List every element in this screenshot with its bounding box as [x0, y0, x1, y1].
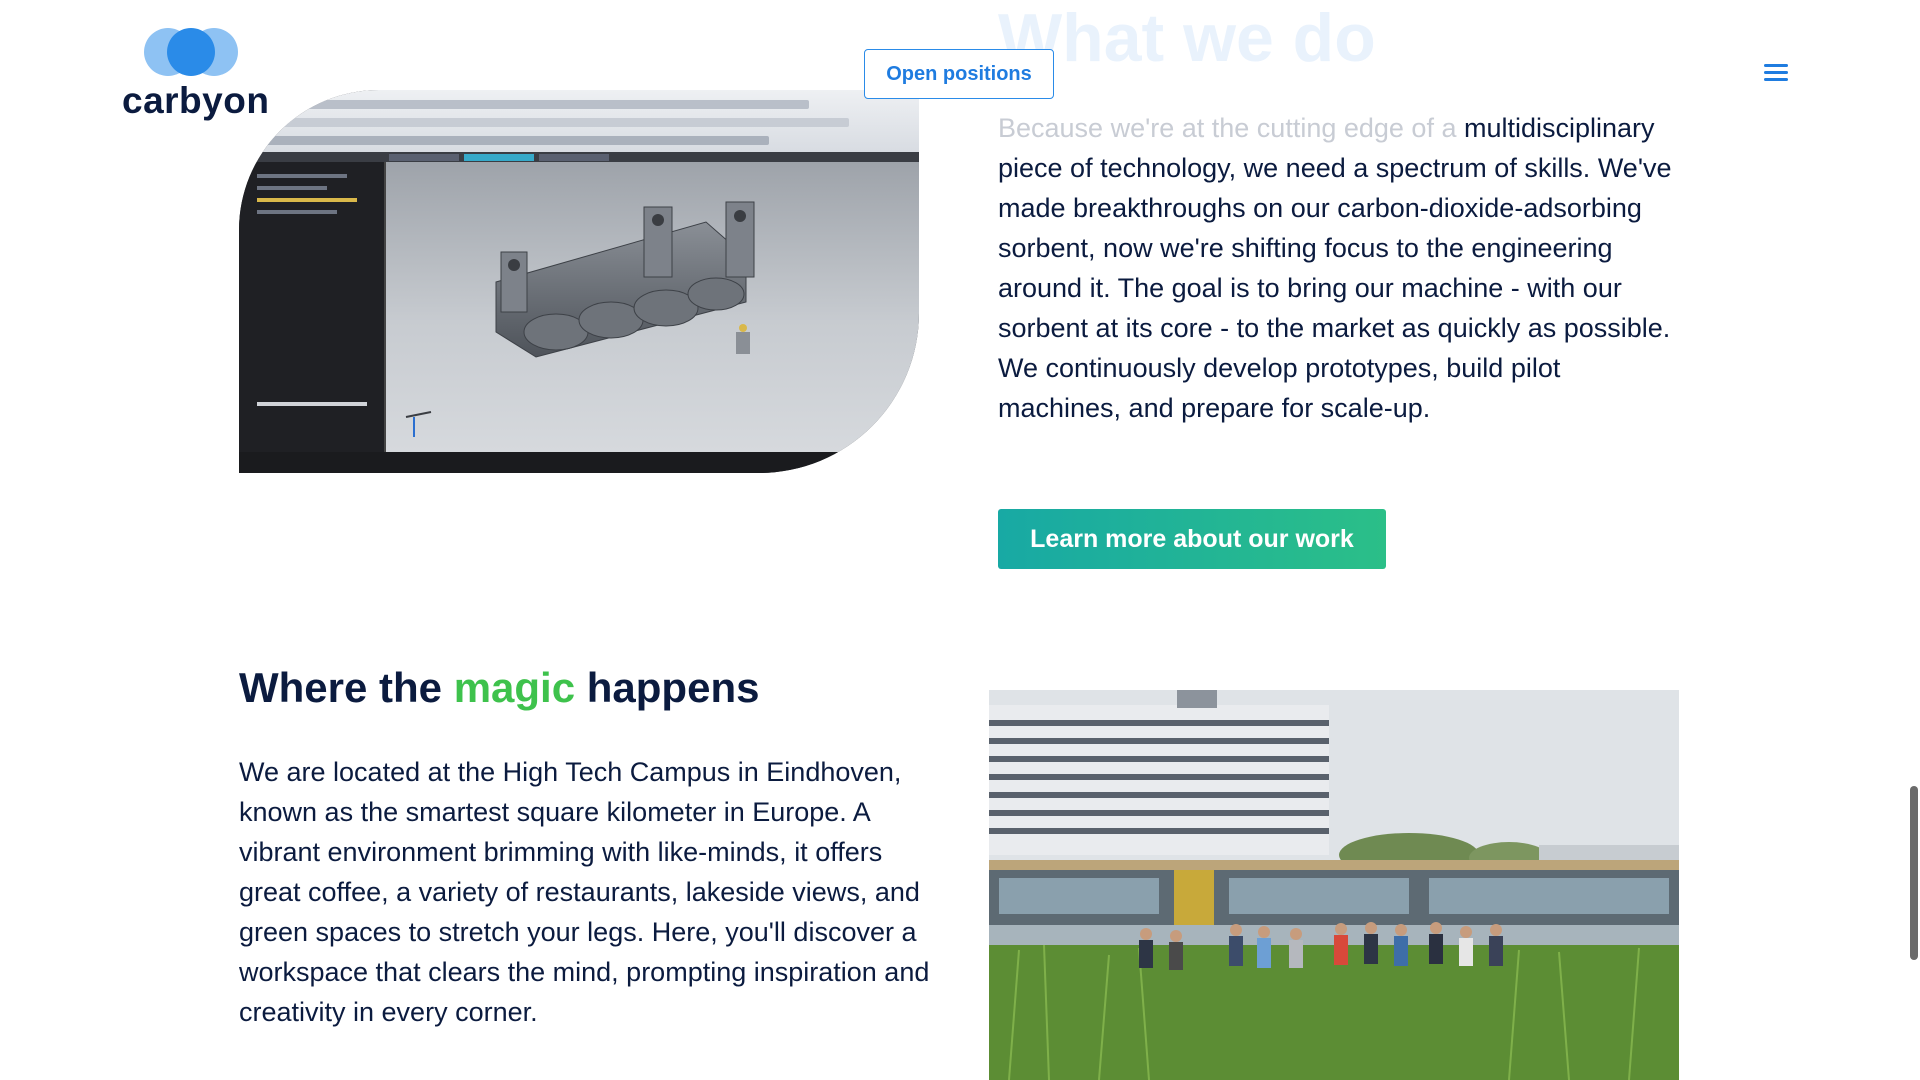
title-part-1: Where the: [239, 664, 454, 711]
what-we-do-paragraph: Because we're at the cutting edge of a m…: [998, 108, 1688, 428]
title-part-2: happens: [575, 664, 760, 711]
magic-section-title: Where the magic happens: [239, 664, 759, 712]
hamburger-menu-icon[interactable]: [1764, 64, 1790, 84]
campus-photo: [989, 690, 1679, 1080]
learn-more-button[interactable]: Learn more about our work: [998, 509, 1386, 569]
cad-software-image: [239, 90, 919, 473]
logo-circles-icon: [144, 26, 240, 78]
scrollbar-thumb[interactable]: [1910, 786, 1918, 960]
page-scrollbar[interactable]: [1908, 0, 1920, 1080]
what-we-do-text: multidisciplinary piece of technology, w…: [998, 113, 1672, 423]
open-positions-button[interactable]: Open positions: [864, 49, 1054, 99]
title-accent: magic: [453, 664, 576, 711]
what-we-do-title: What we do: [998, 0, 1376, 76]
magic-paragraph: We are located at the High Tech Campus i…: [239, 757, 930, 1027]
cad-model-render: [405, 201, 755, 437]
faded-text: Because we're at the cutting edge of a: [998, 113, 1457, 143]
